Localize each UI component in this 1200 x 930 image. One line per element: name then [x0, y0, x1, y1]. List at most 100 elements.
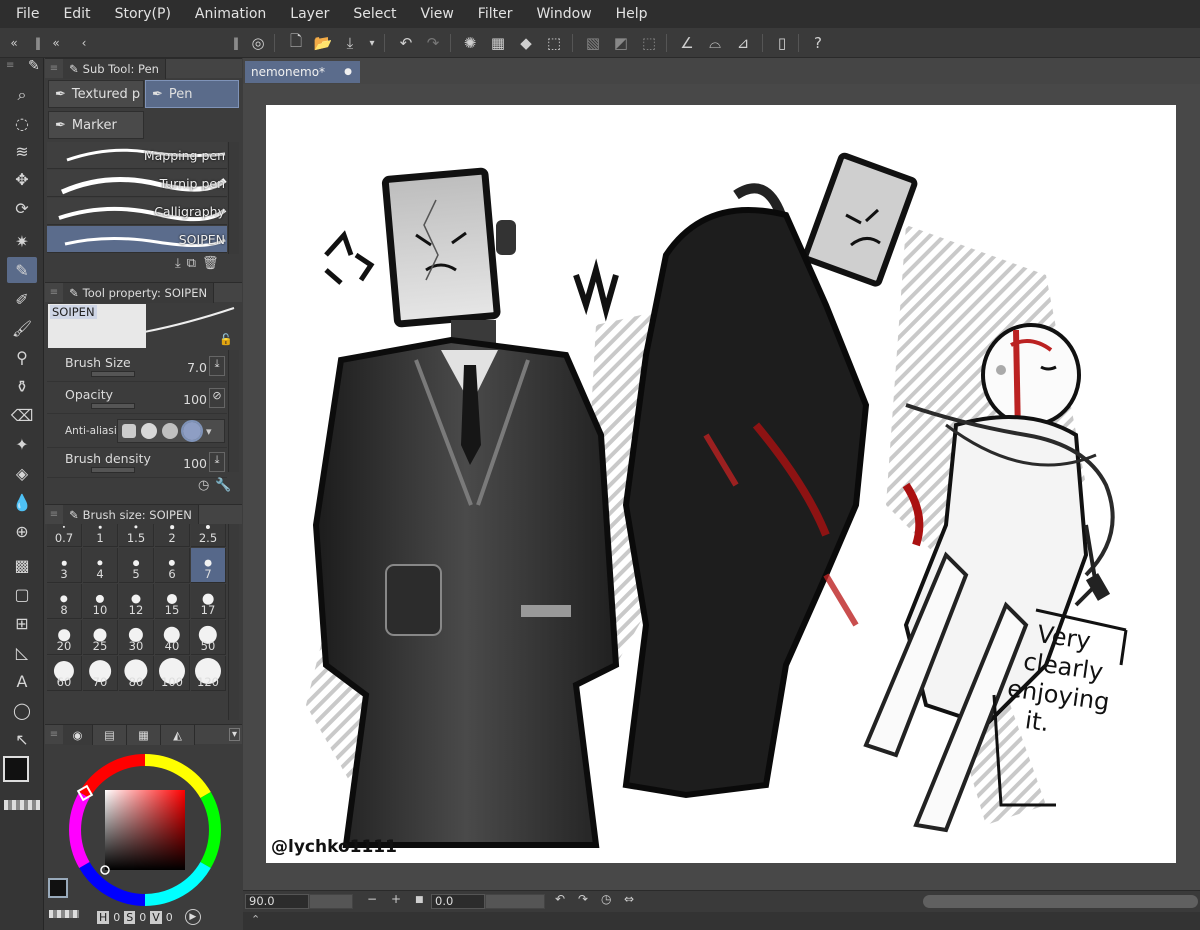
opacity-dynamics-icon[interactable]: ⊘	[209, 388, 225, 408]
canvas-area[interactable]: Very clearly enjoying it. @lychko1111	[243, 84, 1200, 890]
panel-menu-icon[interactable]: ▾	[228, 728, 240, 741]
brush-tool-icon[interactable]: 🖌	[7, 315, 37, 341]
transform-icon[interactable]: ⬚	[542, 31, 566, 55]
brush-item-calligraphy[interactable]: Calligraphy	[47, 198, 227, 225]
brush-size-cell[interactable]: 6	[155, 548, 190, 583]
menu-view[interactable]: View	[409, 0, 466, 28]
color-set-tab[interactable]: ▦	[127, 724, 161, 745]
brush-size-cell[interactable]: 40	[155, 620, 190, 655]
undo-icon[interactable]: ↶	[394, 31, 418, 55]
subtool-group-marker[interactable]: ✒ Marker	[48, 111, 144, 139]
brush-size-cell[interactable]: 1	[83, 524, 118, 547]
eraser-tool-icon[interactable]: ⌫	[7, 402, 37, 428]
zoom-field[interactable]: 90.0	[245, 894, 309, 909]
zoom-in-icon[interactable]: +	[391, 892, 401, 906]
layer-move-tool-icon[interactable]: ≋	[7, 138, 37, 164]
auto-select-tool-icon[interactable]: ✷	[7, 228, 37, 254]
balloon-tool-icon[interactable]: ◯	[7, 697, 37, 723]
ruler-tool-icon[interactable]: ◺	[7, 639, 37, 665]
opacity-slider[interactable]	[91, 403, 135, 409]
brush-density-slider[interactable]	[91, 467, 135, 473]
brush-size-slider[interactable]	[91, 371, 135, 377]
brush-size-cell[interactable]: 4	[83, 548, 118, 583]
density-dynamics-icon[interactable]: ⤓	[209, 452, 225, 472]
main-color-swatch[interactable]	[3, 756, 29, 782]
menu-animation[interactable]: Animation	[183, 0, 278, 28]
collapse-panels-icon[interactable]: «	[44, 31, 68, 55]
show-selection-icon[interactable]: ⬚	[637, 31, 661, 55]
pen-tool-icon[interactable]: ✎	[7, 257, 37, 283]
fill-icon[interactable]: ◆	[514, 31, 538, 55]
flip-icon[interactable]: ⇔	[624, 892, 634, 906]
snap-ruler-icon[interactable]: ∠	[675, 31, 699, 55]
antialias-selector[interactable]: ▾	[117, 419, 225, 443]
brush-size-cell[interactable]: 80	[119, 656, 154, 691]
menu-file[interactable]: File	[4, 0, 51, 28]
rotation-slider[interactable]	[485, 894, 545, 909]
brush-size-cell[interactable]: 70	[83, 656, 118, 691]
new-file-icon[interactable]: 🗋	[284, 31, 308, 55]
tool-settings-icon[interactable]: 🔧	[215, 478, 231, 493]
clip-studio-logo-icon[interactable]: ◎	[246, 31, 270, 55]
brush-size-cell[interactable]: 0.7	[47, 524, 82, 547]
stop-icon[interactable]: ■	[415, 895, 424, 905]
brush-item-mapping-pen[interactable]: Mapping pen	[47, 142, 227, 169]
help-icon[interactable]: ?	[806, 31, 830, 55]
snap-special-ruler-icon[interactable]: ⌓	[703, 31, 727, 55]
brush-size-cell[interactable]: 10	[83, 584, 118, 619]
brush-size-cell[interactable]: 30	[119, 620, 154, 655]
brush-size-cell[interactable]: 5	[119, 548, 154, 583]
brush-size-cell[interactable]: 8	[47, 584, 82, 619]
zoom-out-icon[interactable]: −	[367, 892, 377, 906]
frame-tool-icon[interactable]: ⊞	[7, 610, 37, 636]
lasso-select-tool-icon[interactable]: ◌	[7, 110, 37, 136]
brush-size-cell[interactable]: 15	[155, 584, 190, 619]
rotate-right-icon[interactable]: ↷	[578, 892, 588, 906]
lock-icon[interactable]: 🔓	[219, 333, 233, 346]
h-value[interactable]: 0	[113, 911, 120, 924]
menu-help[interactable]: Help	[604, 0, 660, 28]
v-value[interactable]: 0	[166, 911, 173, 924]
transparent-chip[interactable]	[49, 910, 79, 918]
zoom-tool-icon[interactable]: ⌕	[7, 82, 37, 108]
lasso-tool-icon[interactable]: ⟳	[7, 195, 37, 221]
transparent-color-swatch[interactable]	[4, 800, 40, 810]
horizontal-scrollbar[interactable]	[923, 895, 1198, 908]
fill-tool-icon[interactable]: ◈	[7, 460, 37, 486]
antialias-medium-icon[interactable]	[162, 423, 178, 439]
gradient-tool-icon[interactable]: ▩	[7, 552, 37, 578]
opacity-value[interactable]: 100	[183, 392, 207, 407]
brush-size-cell[interactable]: 17	[191, 584, 226, 619]
antialias-weak-icon[interactable]	[141, 423, 157, 439]
antialias-none-icon[interactable]	[122, 424, 136, 438]
chevron-left-icon[interactable]: ‹	[72, 31, 96, 55]
brush-size-value[interactable]: 7.0	[187, 360, 207, 375]
clear-icon[interactable]: ✺	[458, 31, 482, 55]
eyedropper-tool-icon[interactable]: ⚲	[7, 344, 37, 370]
rotation-field[interactable]: 0.0	[431, 894, 485, 909]
brush-size-cell[interactable]: 25	[83, 620, 118, 655]
main-color-chip[interactable]	[48, 878, 68, 898]
subtool-panel-tab[interactable]: ✎ Sub Tool: Pen	[63, 58, 166, 79]
invert-selection-icon[interactable]: ◩	[609, 31, 633, 55]
brush-size-cell[interactable]: 7	[191, 548, 226, 583]
brush-list-scrollbar[interactable]	[228, 142, 239, 254]
menu-edit[interactable]: Edit	[51, 0, 102, 28]
intermediate-color-tab[interactable]: ◭	[161, 724, 195, 745]
menu-story[interactable]: Story(P)	[103, 0, 183, 28]
save-dropdown-icon[interactable]: ▾	[360, 31, 384, 55]
duplicate-subtool-icon[interactable]: ⧉	[187, 256, 196, 271]
color-wheel[interactable]	[65, 750, 225, 910]
expand-timeline-icon[interactable]: ⌃	[251, 913, 260, 926]
rotate-left-icon[interactable]: ↶	[555, 892, 565, 906]
tool-property-scrollbar[interactable]	[228, 350, 239, 472]
brush-item-turnip-pen[interactable]: Turnip pen	[47, 170, 227, 197]
move-tool-icon[interactable]: ✥	[7, 166, 37, 192]
subtool-group-pen[interactable]: ✒ Pen	[145, 80, 239, 108]
zoom-slider[interactable]	[309, 894, 353, 909]
save-icon[interactable]: ⤓	[338, 31, 362, 55]
pen-tab-icon[interactable]: ✎	[28, 58, 40, 74]
brush-size-cell[interactable]: 20	[47, 620, 82, 655]
redo-icon[interactable]: ↷	[421, 31, 445, 55]
deselect-icon[interactable]: ▧	[581, 31, 605, 55]
